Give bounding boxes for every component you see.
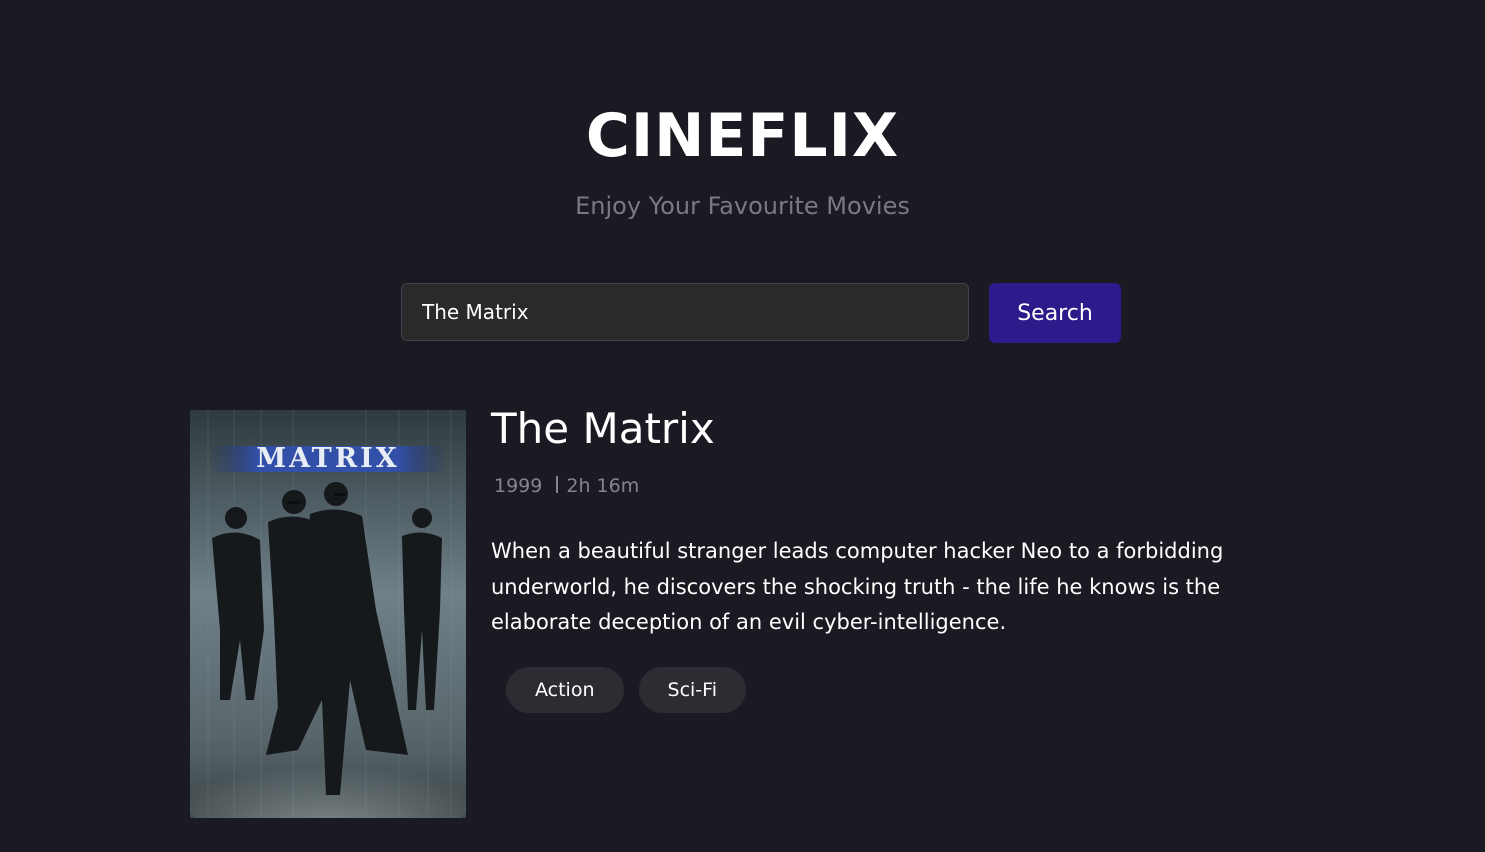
- brand-logo: CINEFLIX: [585, 101, 900, 171]
- movie-runtime: 2h 16m: [566, 475, 640, 497]
- genre-pill[interactable]: Sci-Fi: [638, 667, 746, 713]
- search-button[interactable]: Search: [989, 283, 1121, 343]
- movie-meta: 1999 2h 16m: [494, 473, 639, 499]
- movie-plot: When a beautiful stranger leads computer…: [491, 539, 1224, 634]
- movie-year: 1999: [494, 475, 543, 497]
- movie-poster: MATRIX: [190, 410, 466, 818]
- movie-title: The Matrix: [491, 404, 715, 453]
- movie-poster-image: MATRIX: [190, 410, 466, 818]
- svg-text:MATRIX: MATRIX: [256, 443, 399, 474]
- app-page: CINEFLIX Enjoy Your Favourite Movies Sea…: [0, 0, 1485, 852]
- tagline: Enjoy Your Favourite Movies: [575, 192, 910, 220]
- genre-list: Action Sci-Fi: [506, 667, 746, 713]
- genre-pill[interactable]: Action: [506, 667, 624, 713]
- meta-divider: [556, 476, 559, 493]
- search-input[interactable]: [401, 283, 969, 341]
